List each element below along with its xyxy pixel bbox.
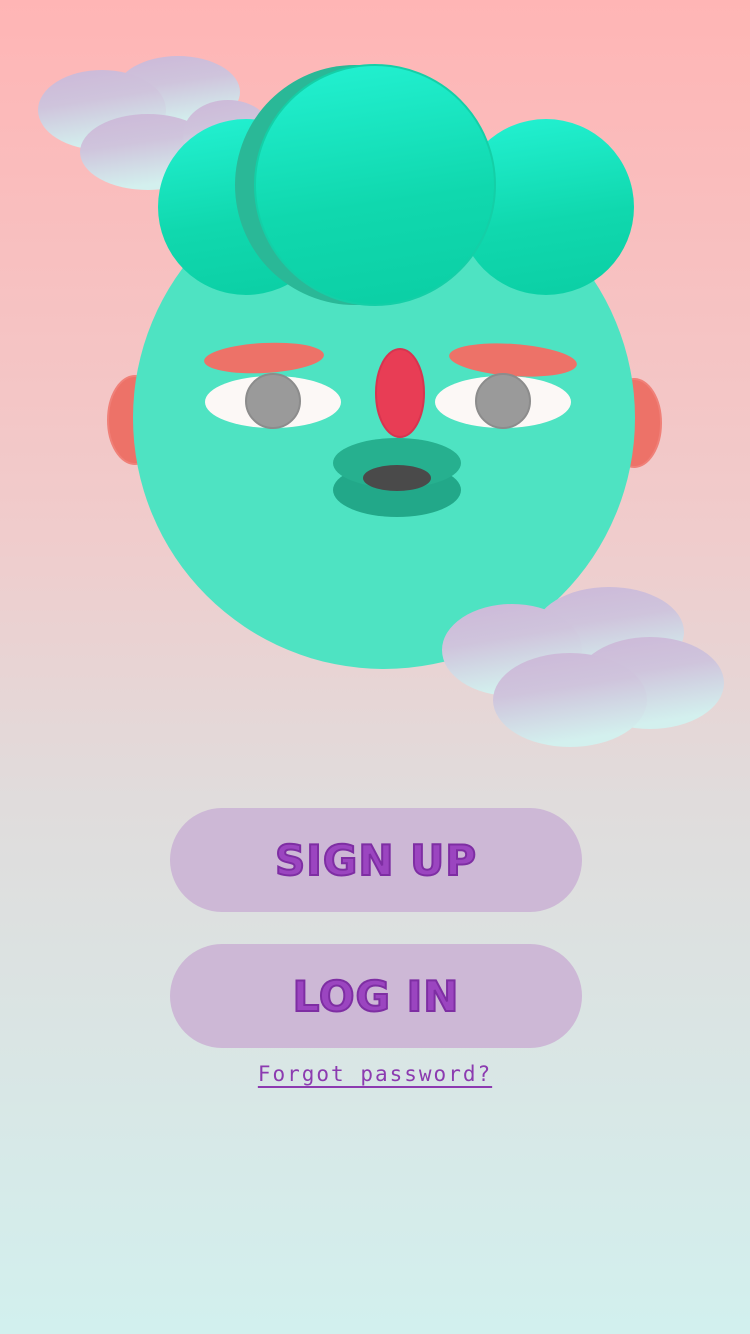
cartoon-face-illustration <box>38 56 724 747</box>
forgot-password-container: Forgot password? <box>0 1062 750 1086</box>
mouth-icon <box>333 438 461 517</box>
nose-icon <box>375 348 425 438</box>
sign-up-label: SIGN UP <box>274 835 477 886</box>
cloud-bottom-right-icon <box>442 587 724 747</box>
log-in-label: LOG IN <box>292 971 460 1022</box>
forgot-password-link[interactable]: Forgot password? <box>258 1062 492 1086</box>
log-in-button[interactable]: LOG IN <box>170 944 582 1048</box>
sign-up-button[interactable]: SIGN UP <box>170 808 582 912</box>
